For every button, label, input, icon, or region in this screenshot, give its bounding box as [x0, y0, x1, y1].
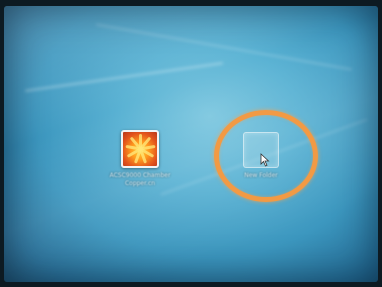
- desktop-icon-image-file[interactable]: ACSC9000 Chamber Copper.cn: [98, 130, 182, 188]
- image-file-icon: [121, 130, 159, 168]
- wallpaper-streak: [95, 23, 353, 71]
- wallpaper-streak: [24, 62, 224, 92]
- screen-vignette: [4, 6, 378, 282]
- mouse-cursor-icon: [260, 153, 270, 167]
- desktop-icon-label: ACSC9000 Chamber Copper.cn: [109, 172, 171, 187]
- desktop-screen: ACSC9000 Chamber Copper.cn New Folder: [4, 6, 378, 282]
- desktop-icon-label: New Folder: [244, 172, 278, 179]
